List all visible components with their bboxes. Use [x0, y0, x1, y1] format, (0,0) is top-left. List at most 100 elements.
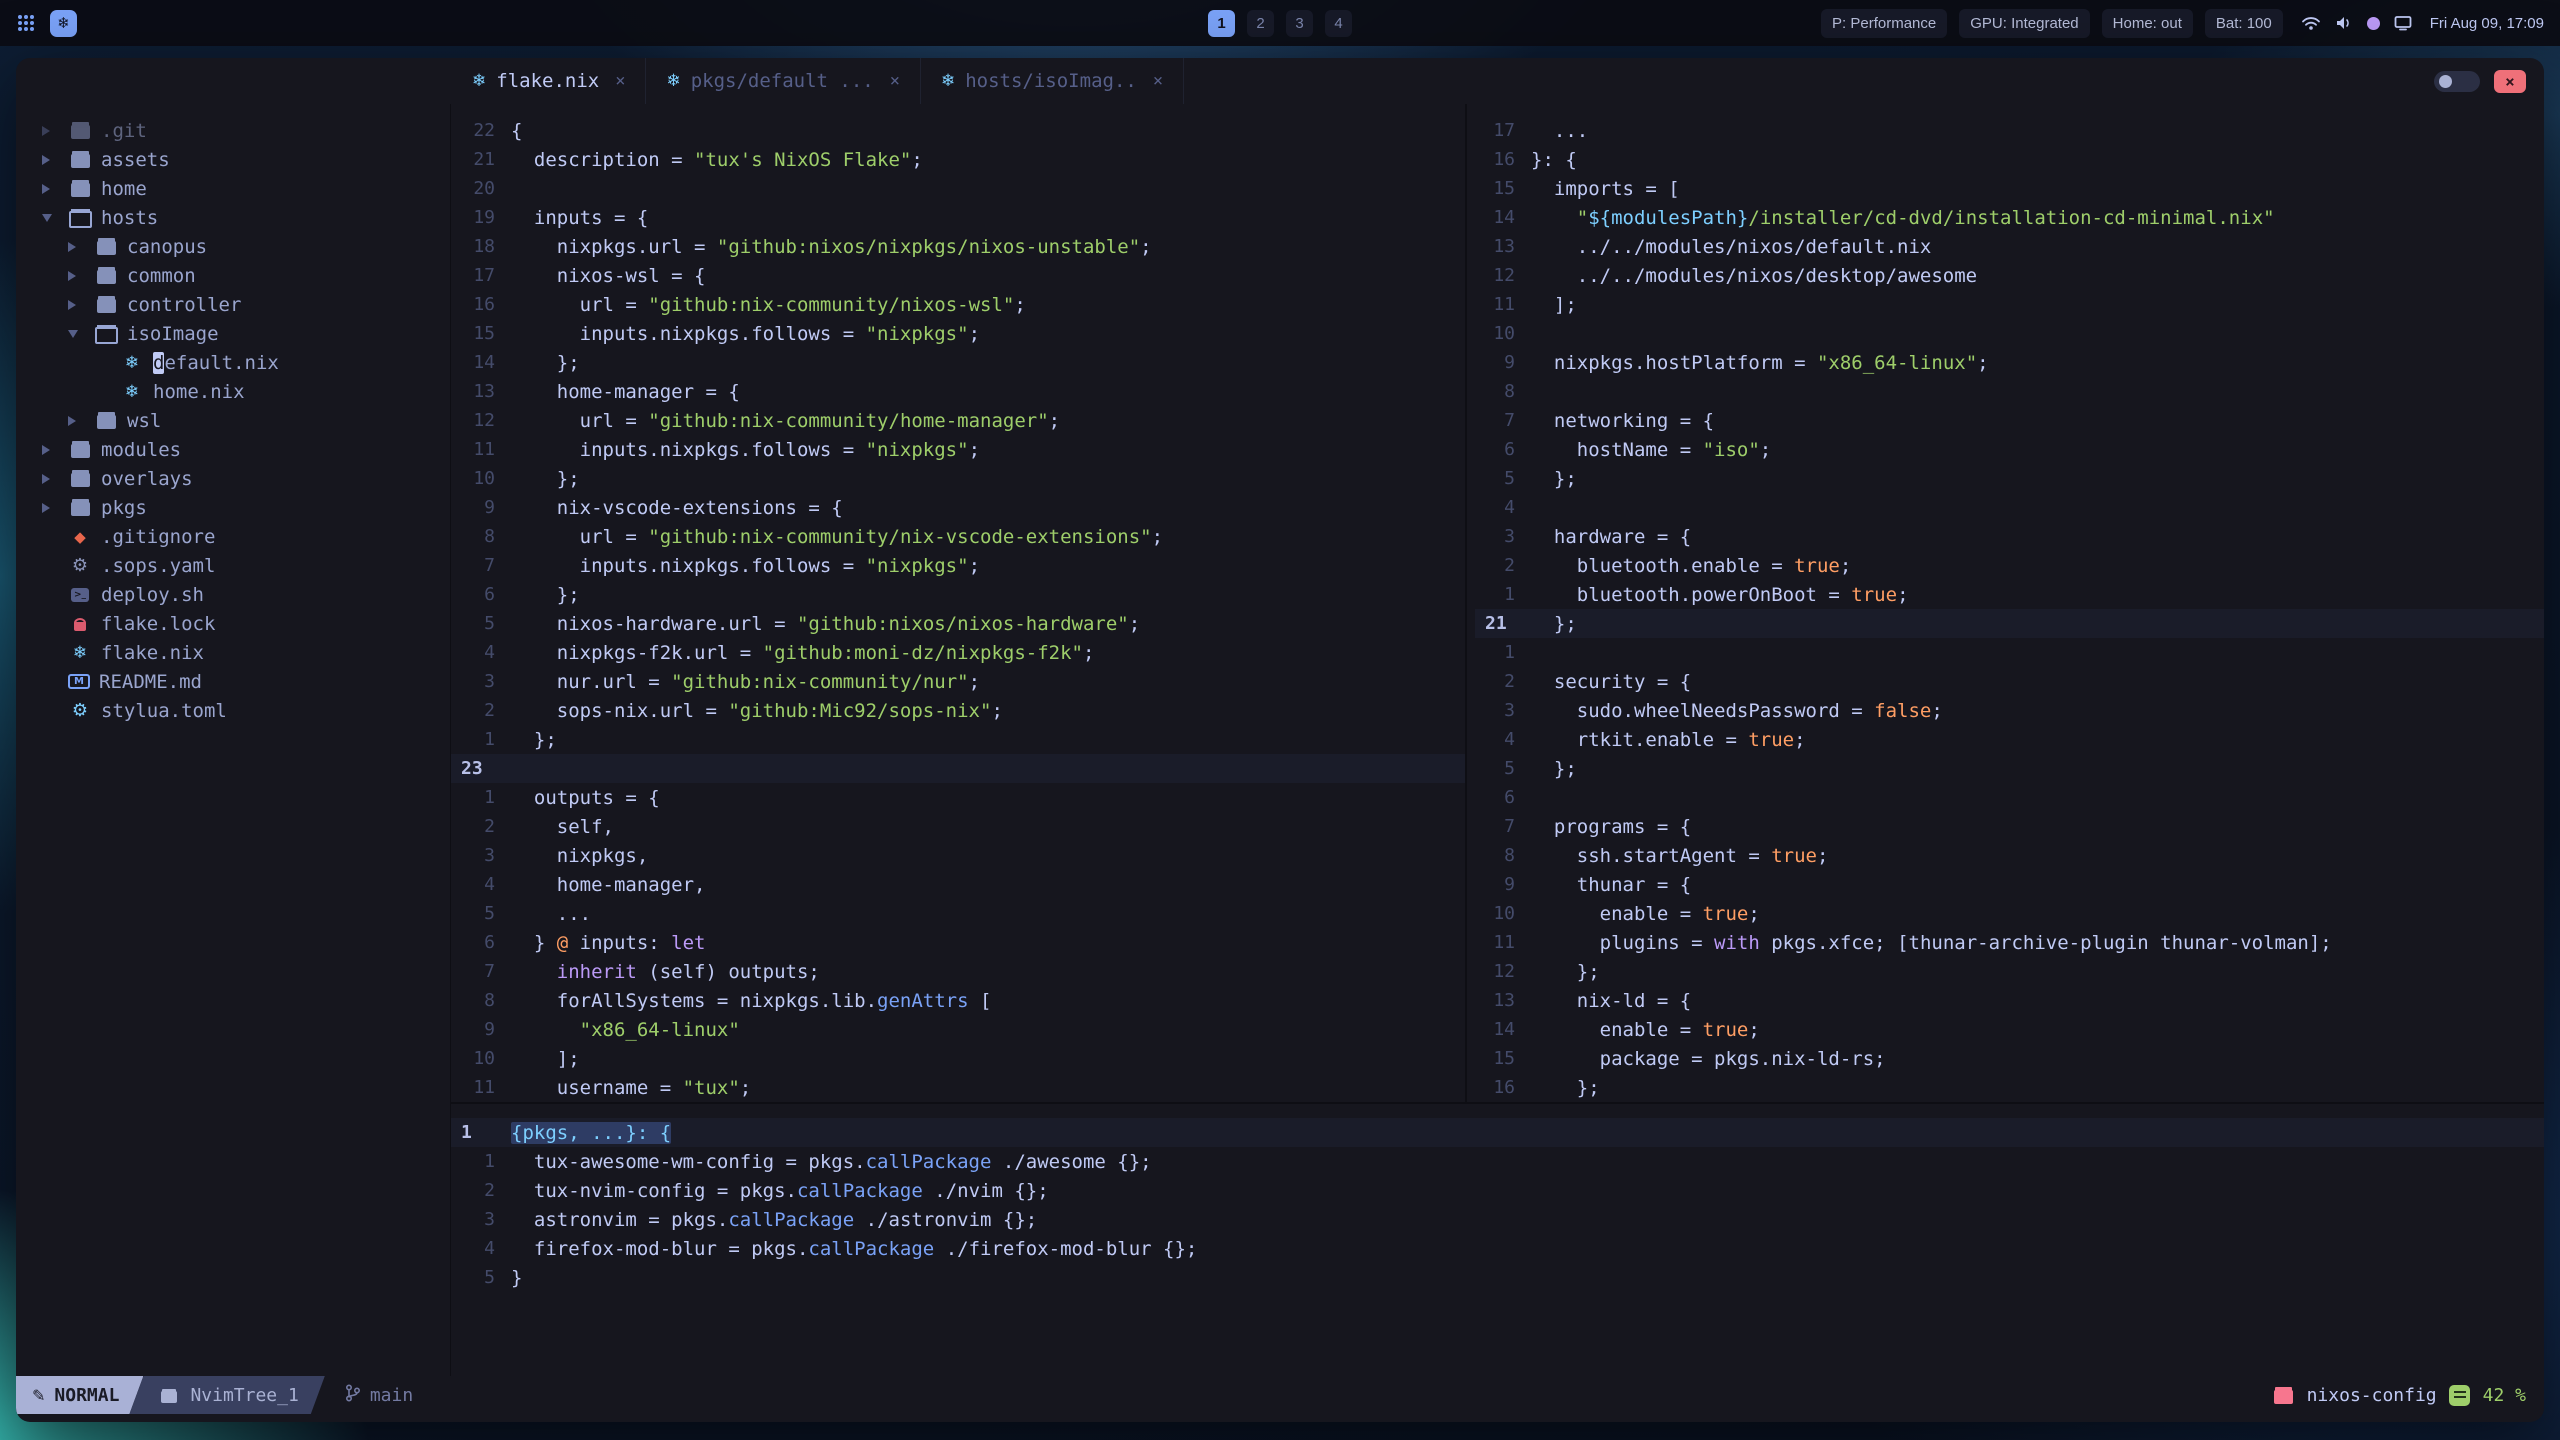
tree-item-modules[interactable]: modules	[42, 435, 450, 464]
tree-item-label: README.md	[99, 670, 202, 693]
code-line: 2 sops-nix.url = "github:Mic92/sops-nix"…	[451, 696, 1465, 725]
tab-label: pkgs/default ...	[690, 70, 874, 92]
tree-item-git[interactable]: .git	[42, 116, 450, 145]
code-text: home-manager = {	[511, 380, 740, 403]
line-number: 10	[473, 1048, 495, 1069]
tree-item-pkgs[interactable]: pkgs	[42, 493, 450, 522]
tab-label: flake.nix	[496, 70, 600, 92]
window-close-button[interactable]: ×	[2494, 69, 2526, 93]
code-text: {	[511, 119, 523, 142]
code-text: nixpkgs,	[511, 844, 649, 867]
code-text: enable = true;	[1531, 1018, 1760, 1041]
tray-icons	[2301, 15, 2412, 31]
code-line: 7 inputs.nixpkgs.follows = "nixpkgs";	[451, 551, 1465, 580]
code-text: nur.url = "github:nix-community/nur";	[511, 670, 981, 693]
code-line: 4	[1475, 493, 2544, 522]
chevron-open-icon	[42, 214, 68, 222]
workspace-1[interactable]: 1	[1208, 9, 1235, 37]
git-icon: ◆	[74, 527, 86, 546]
code-text: ];	[1531, 293, 1577, 316]
editor-pane-iso-default-nix[interactable]: 17 ... 16}: {15 imports = [14 "${modulesP…	[1467, 104, 2544, 1102]
tree-item-stylua-toml[interactable]: ⚙ stylua.toml	[42, 696, 450, 725]
tree-item-assets[interactable]: assets	[42, 145, 450, 174]
accent-dot-icon[interactable]	[2366, 16, 2380, 30]
code-text: plugins = with pkgs.xfce; [thunar-archiv…	[1531, 931, 2332, 954]
code-line: 1 tux-awesome-wm-config = pkgs.callPacka…	[451, 1147, 2544, 1176]
nix-logo-icon[interactable]: ❄	[50, 9, 77, 37]
display-icon[interactable]	[2394, 15, 2412, 31]
code-line: 7 programs = {	[1475, 812, 2544, 841]
code-line: 23	[451, 754, 1465, 783]
window-toggle[interactable]	[2434, 70, 2480, 92]
line-number: 4	[484, 1238, 495, 1259]
chevron-closed-icon	[68, 416, 94, 426]
volume-icon[interactable]	[2335, 15, 2353, 31]
tree-item-flake-lock[interactable]: flake.lock	[42, 609, 450, 638]
line-number: 17	[473, 265, 495, 286]
code-text: "x86_64-linux"	[579, 1018, 740, 1041]
tab-flake-nix[interactable]: ❄ flake.nix ×	[452, 58, 647, 104]
tree-item-common[interactable]: common	[42, 261, 450, 290]
code-line: 22 {	[451, 116, 1465, 145]
line-number: 4	[484, 874, 495, 895]
code-text: };	[511, 728, 557, 751]
tab-close-icon[interactable]: ×	[890, 71, 900, 91]
tree-item-wsl[interactable]: wsl	[42, 406, 450, 435]
code-line: 10 };	[451, 464, 1465, 493]
editor-pane-pkgs-default-nix[interactable]: 1 {pkgs, ...}: {1 tux-awesome-wm-config =…	[451, 1104, 2544, 1376]
tab-close-icon[interactable]: ×	[615, 71, 625, 91]
code-line: 16 };	[1475, 1073, 2544, 1102]
code-line: 8 ssh.startAgent = true;	[1475, 841, 2544, 870]
line-number: 7	[484, 555, 495, 576]
tree-item-isoimage[interactable]: isoImage	[42, 319, 450, 348]
statusline: ✎ NORMAL NvimTree_1 main nixos-config 42…	[16, 1376, 2544, 1414]
tree-item-label: flake.lock	[101, 612, 216, 635]
git-branch-icon	[345, 1383, 361, 1408]
line-number: 12	[473, 410, 495, 431]
code-text: inputs.nixpkgs.follows = "nixpkgs";	[511, 322, 981, 345]
tree-item-overlays[interactable]: overlays	[42, 464, 450, 493]
code-text: };	[511, 467, 580, 490]
code-line: 12 url = "github:nix-community/home-mana…	[451, 406, 1465, 435]
code-line: 15 inputs.nixpkgs.follows = "nixpkgs";	[451, 319, 1465, 348]
tree-item-controller[interactable]: controller	[42, 290, 450, 319]
code-text: networking = {	[1531, 409, 1715, 432]
tree-item-default-nix[interactable]: ❄ default.nix	[42, 348, 450, 377]
code-line: 11 inputs.nixpkgs.follows = "nixpkgs";	[451, 435, 1465, 464]
code-line: 8	[1475, 377, 2544, 406]
line-number: 18	[473, 236, 495, 257]
editor-pane-flake-nix[interactable]: 22{21 description = "tux's NixOS Flake";…	[451, 104, 1465, 1102]
wifi-icon[interactable]	[2301, 15, 2321, 31]
lock-icon	[68, 616, 92, 631]
line-number: 16	[1493, 1077, 1515, 1098]
workspace-2[interactable]: 2	[1247, 9, 1274, 37]
tree-item-hosts[interactable]: hosts	[42, 203, 450, 232]
code-line: 5 ...	[451, 899, 1465, 928]
code-text: bluetooth.enable = true;	[1531, 554, 1852, 577]
tree-item-deploy-sh[interactable]: deploy.sh	[42, 580, 450, 609]
tree-item-flake-nix[interactable]: ❄ flake.nix	[42, 638, 450, 667]
tab-close-icon[interactable]: ×	[1153, 71, 1163, 91]
code-text: {pkgs, ...}: {	[511, 1121, 672, 1144]
tree-item-home[interactable]: home	[42, 174, 450, 203]
tree-item-readme-md[interactable]: README.md	[42, 667, 450, 696]
tree-item-home-nix[interactable]: ❄ home.nix	[42, 377, 450, 406]
scroll-progress-icon	[2448, 1385, 2472, 1406]
tab-pkgs-default[interactable]: ❄ pkgs/default ... ×	[646, 58, 921, 104]
code-line: 3 astronvim = pkgs.callPackage ./astronv…	[451, 1205, 2544, 1234]
workspace-4[interactable]: 4	[1325, 9, 1352, 37]
tree-item-gitignore[interactable]: ◆ .gitignore	[42, 522, 450, 551]
apps-grid-icon[interactable]	[16, 13, 36, 33]
tree-item-sops-yaml[interactable]: ⚙ .sops.yaml	[42, 551, 450, 580]
chevron-closed-icon	[42, 503, 68, 513]
tree-item-label: pkgs	[101, 496, 147, 519]
code-line: 2 security = {	[1475, 667, 2544, 696]
tab-hosts-isoimag[interactable]: ❄ hosts/isoImag.. ×	[921, 58, 1185, 104]
code-text: firefox-mod-blur = pkgs.callPackage ./fi…	[511, 1237, 1198, 1260]
tree-item-canopus[interactable]: canopus	[42, 232, 450, 261]
code-line: 13 home-manager = {	[451, 377, 1465, 406]
code-line: 2 self,	[451, 812, 1465, 841]
code-text: inputs = {	[511, 206, 649, 229]
workspace-3[interactable]: 3	[1286, 9, 1313, 37]
line-number: 3	[1504, 526, 1515, 547]
